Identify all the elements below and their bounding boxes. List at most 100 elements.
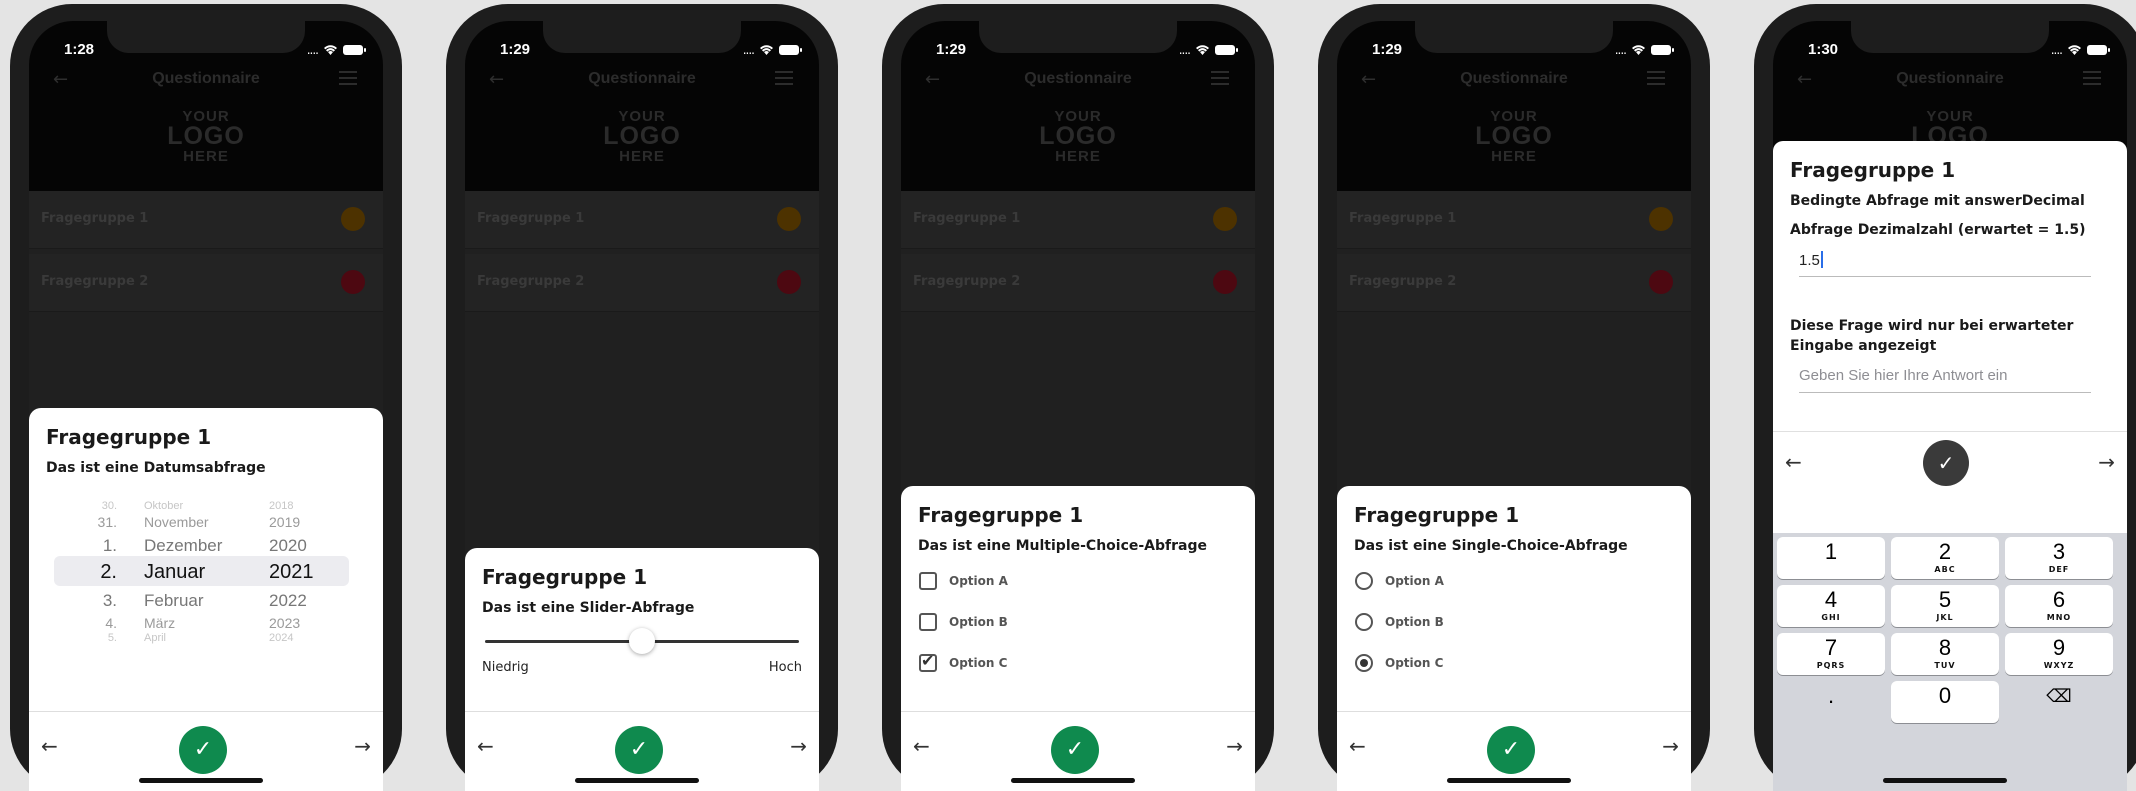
- key-0[interactable]: 0: [1891, 681, 1999, 723]
- status-dot: [777, 270, 801, 294]
- home-indicator: [1447, 778, 1571, 783]
- group-row-1[interactable]: Fragegruppe 1: [465, 191, 819, 249]
- sheet-title: Fragegruppe 1: [482, 565, 648, 589]
- sheet-title: Fragegruppe 1: [46, 425, 212, 449]
- checkbox-option-a[interactable]: Option A: [919, 570, 1008, 592]
- phone-slider: 1:29 .... ← Questionnaire YOUR LOGO HERE F…: [446, 4, 838, 791]
- text-caret: [1820, 251, 1823, 268]
- prev-arrow-icon[interactable]: ←: [1785, 450, 1802, 474]
- battery-icon: [1651, 45, 1674, 55]
- menu-icon[interactable]: [2083, 71, 2101, 89]
- group-row-2[interactable]: Fragegruppe 2: [901, 254, 1255, 312]
- wifi-icon: [1632, 45, 1645, 55]
- key-3[interactable]: 3 DEF: [2005, 537, 2113, 579]
- wifi-icon: [760, 45, 773, 55]
- battery-icon: [779, 45, 802, 55]
- status-time: 1:30: [1808, 41, 1839, 58]
- checkbox-option-c[interactable]: Option C: [919, 651, 1007, 674]
- footer-nav: ← ✓ →: [465, 711, 819, 791]
- prev-arrow-icon[interactable]: ←: [913, 734, 930, 758]
- logo: YOURLOGOHERE: [1039, 108, 1117, 165]
- app-title: Questionnaire: [152, 70, 260, 87]
- key-4[interactable]: 4 GHI: [1777, 585, 1885, 627]
- key-decimal-point[interactable]: .: [1777, 681, 1885, 723]
- answer-input[interactable]: Geben Sie hier Ihre Antwort ein: [1799, 363, 2091, 393]
- confirm-button[interactable]: ✓: [179, 726, 227, 774]
- key-5[interactable]: 5 JKL: [1891, 585, 1999, 627]
- key-7[interactable]: 7 PQRS: [1777, 633, 1885, 675]
- signal-icon: ....: [742, 43, 755, 57]
- next-arrow-icon[interactable]: →: [790, 734, 807, 758]
- phone-multiple-choice: 1:29 .... ← Questionnaire YOUR LOGO HERE F…: [882, 4, 1274, 791]
- status-dot: [777, 207, 801, 231]
- screen: 1:29 .... ← Questionnaire YOUR LOGO HERE F…: [1337, 21, 1691, 791]
- question-text: Bedingte Abfrage mit answerDecimal: [1790, 193, 2085, 209]
- radio-button[interactable]: [1355, 572, 1373, 590]
- slider-min-label: Niedrig: [482, 660, 529, 675]
- question-text: Das ist eine Slider-Abfrage: [482, 600, 695, 616]
- checkbox-option-b[interactable]: Option B: [919, 611, 1008, 633]
- status-dot: [1649, 270, 1673, 294]
- backspace-key-icon[interactable]: ⌫: [2005, 681, 2113, 723]
- key-1[interactable]: 1: [1777, 537, 1885, 579]
- menu-icon[interactable]: [339, 71, 357, 89]
- phone-date: 1:28 .... ← Questionnaire YOUR LOGO HERE F…: [10, 4, 402, 791]
- key-6[interactable]: 6 MNO: [2005, 585, 2113, 627]
- group-row-1[interactable]: Fragegruppe 1: [29, 191, 383, 249]
- checkbox[interactable]: [919, 572, 937, 590]
- confirm-button[interactable]: ✓: [1487, 726, 1535, 774]
- sheet-title: Fragegruppe 1: [1354, 503, 1520, 527]
- radio-option-c[interactable]: Option C: [1355, 652, 1443, 674]
- prev-arrow-icon[interactable]: ←: [1349, 734, 1366, 758]
- group-row-2[interactable]: Fragegruppe 2: [1337, 254, 1691, 312]
- footer-nav: ← ✓ →: [1337, 711, 1691, 791]
- logo: YOURLOGOHERE: [167, 108, 245, 165]
- status-dot: [1213, 207, 1237, 231]
- app-title: Questionnaire: [1024, 70, 1132, 87]
- menu-icon[interactable]: [1647, 71, 1665, 89]
- logo: YOURLOGOHERE: [603, 108, 681, 165]
- numeric-keyboard: 1 2 ABC 3 DEF 4 GHI 5 JKL 6 MNO 7 PQRS 8 TUV 9W…: [1773, 533, 2127, 791]
- group-row-1[interactable]: Fragegruppe 1: [1337, 191, 1691, 249]
- group-row-2[interactable]: Fragegruppe 2: [29, 254, 383, 312]
- checkbox[interactable]: [919, 613, 937, 631]
- radio-option-a[interactable]: Option A: [1355, 570, 1444, 592]
- group-row-1[interactable]: Fragegruppe 1: [901, 191, 1255, 249]
- confirm-button[interactable]: ✓: [615, 726, 663, 774]
- next-arrow-icon[interactable]: →: [354, 734, 371, 758]
- radio-button-selected[interactable]: [1355, 654, 1373, 672]
- group-row-2[interactable]: Fragegruppe 2: [465, 254, 819, 312]
- next-arrow-icon[interactable]: →: [1662, 734, 1679, 758]
- radio-button[interactable]: [1355, 613, 1373, 631]
- screen: 1:29 .... ← Questionnaire YOUR LOGO HERE F…: [901, 21, 1255, 791]
- next-arrow-icon[interactable]: →: [2098, 450, 2115, 474]
- radio-option-b[interactable]: Option B: [1355, 611, 1444, 633]
- question-text: Das ist eine Datumsabfrage: [46, 460, 266, 476]
- key-2[interactable]: 2 ABC: [1891, 537, 1999, 579]
- screen: 1:30 .... ← Questionnaire YOURLOGOHERE F…: [1773, 21, 2127, 791]
- decimal-input[interactable]: 1.5: [1799, 247, 2091, 277]
- status-bar: 1:29 ....: [1337, 41, 1691, 63]
- wifi-icon: [324, 45, 337, 55]
- screen: 1:29 .... ← Questionnaire YOUR LOGO HERE F…: [465, 21, 819, 791]
- menu-icon[interactable]: [1211, 71, 1229, 89]
- prev-arrow-icon[interactable]: ←: [41, 734, 58, 758]
- confirm-button[interactable]: ✓: [1923, 440, 1969, 486]
- checkbox-checked[interactable]: [919, 651, 937, 672]
- menu-icon[interactable]: [775, 71, 793, 89]
- app-title: Questionnaire: [1896, 70, 2004, 87]
- next-arrow-icon[interactable]: →: [1226, 734, 1243, 758]
- confirm-button[interactable]: ✓: [1051, 726, 1099, 774]
- prev-arrow-icon[interactable]: ←: [477, 734, 494, 758]
- wifi-icon: [1196, 45, 1209, 55]
- footer-nav: ← ✓ →: [901, 711, 1255, 791]
- slider-thumb[interactable]: [629, 628, 655, 654]
- slider-max-label: Hoch: [768, 660, 802, 675]
- battery-icon: [1215, 45, 1238, 55]
- status-time: 1:29: [936, 41, 967, 58]
- key-8[interactable]: 8 TUV: [1891, 633, 1999, 675]
- status-time: 1:29: [1372, 41, 1403, 58]
- status-dot: [1213, 270, 1237, 294]
- home-indicator: [575, 778, 699, 783]
- key-9[interactable]: 9 WXYZ: [2005, 633, 2113, 675]
